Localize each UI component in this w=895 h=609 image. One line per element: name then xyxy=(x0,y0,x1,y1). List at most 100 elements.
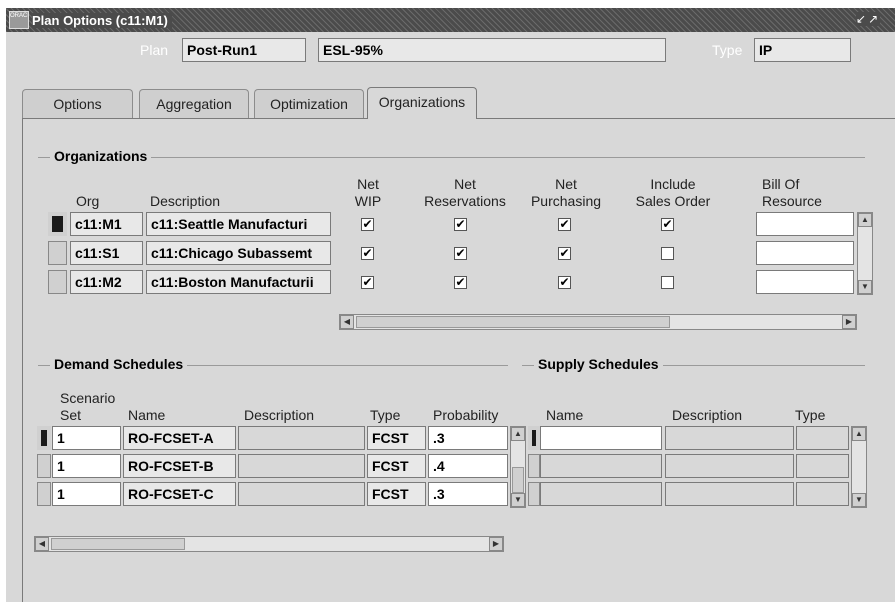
supply-description-field[interactable] xyxy=(665,454,794,478)
tab-aggregation[interactable]: Aggregation xyxy=(139,89,249,119)
row-selector[interactable] xyxy=(37,454,51,478)
demand-description-field[interactable] xyxy=(238,482,365,506)
col-supply-name: Name xyxy=(546,407,584,423)
row-selector[interactable] xyxy=(528,454,540,478)
scroll-right-icon[interactable]: ▶ xyxy=(842,315,856,329)
tab-options[interactable]: Options xyxy=(22,89,133,119)
tab-organizations[interactable]: Organizations xyxy=(367,87,477,119)
oracle-forms-icon: ORACLE xyxy=(9,11,29,29)
supply-type-field[interactable] xyxy=(796,454,849,478)
organizations-horizontal-scrollbar[interactable]: ◀ ▶ xyxy=(339,314,857,330)
scroll-up-icon[interactable]: ▲ xyxy=(511,427,525,441)
demand-description-field[interactable] xyxy=(238,454,365,478)
org-description-cell[interactable]: c11:Chicago Subassemt xyxy=(146,241,331,265)
demand-name-field[interactable]: RO-FCSET-B xyxy=(123,454,236,478)
demand-type-field[interactable]: FCST xyxy=(367,426,426,450)
probability-field[interactable]: .4 xyxy=(428,454,508,478)
org-description-cell[interactable]: c11:Boston Manufacturii xyxy=(146,270,331,294)
row-selector[interactable] xyxy=(48,241,67,265)
supply-type-field[interactable] xyxy=(796,426,849,450)
org-cell[interactable]: c11:S1 xyxy=(70,241,143,265)
supply-description-field[interactable] xyxy=(665,426,794,450)
window-title: Plan Options (c11:M1) xyxy=(32,13,172,28)
net-purchasing-checkbox[interactable]: ✔ xyxy=(558,276,571,289)
col-supply-description: Description xyxy=(672,407,743,423)
tab-optimization[interactable]: Optimization xyxy=(254,89,364,119)
row-selector[interactable] xyxy=(528,426,540,450)
demand-name-field[interactable]: RO-FCSET-C xyxy=(123,482,236,506)
row-selector[interactable] xyxy=(37,426,51,450)
scroll-down-icon[interactable]: ▼ xyxy=(852,493,866,507)
probability-field[interactable]: .3 xyxy=(428,426,508,450)
include-sales-order-checkbox[interactable] xyxy=(661,276,674,289)
col-org: Org xyxy=(76,193,100,209)
window-controls[interactable]: ↙↗ xyxy=(856,12,881,26)
supply-type-field[interactable] xyxy=(796,482,849,506)
row-selector[interactable] xyxy=(37,482,51,506)
scroll-up-icon[interactable]: ▲ xyxy=(858,213,872,227)
org-cell[interactable]: c11:M1 xyxy=(70,212,143,236)
net-reservations-checkbox[interactable]: ✔ xyxy=(454,276,467,289)
plan-field[interactable]: Post-Run1 xyxy=(182,38,306,62)
row-selector[interactable] xyxy=(48,270,67,294)
maximize-icon[interactable]: ↗ xyxy=(868,12,880,26)
col-scenario-set: Scenario Set xyxy=(60,390,116,423)
scroll-left-icon[interactable]: ◀ xyxy=(35,537,49,551)
net-wip-checkbox[interactable]: ✔ xyxy=(361,218,374,231)
row-selector[interactable] xyxy=(528,482,540,506)
supply-name-field[interactable] xyxy=(540,426,662,450)
row-selector[interactable] xyxy=(48,212,67,236)
net-reservations-checkbox[interactable]: ✔ xyxy=(454,218,467,231)
demand-vertical-scrollbar[interactable]: ▲ ▼ xyxy=(510,426,526,508)
col-include-sales-order: Include Sales Order xyxy=(635,176,711,209)
net-wip-checkbox[interactable]: ✔ xyxy=(361,247,374,260)
demand-horizontal-scrollbar[interactable]: ◀ ▶ xyxy=(34,536,504,552)
scroll-left-icon[interactable]: ◀ xyxy=(340,315,354,329)
scroll-thumb[interactable] xyxy=(512,467,524,493)
scroll-thumb[interactable] xyxy=(356,316,670,328)
col-description: Description xyxy=(150,193,221,209)
net-reservations-checkbox[interactable]: ✔ xyxy=(454,247,467,260)
bill-of-resource-field[interactable] xyxy=(756,241,854,265)
scroll-up-icon[interactable]: ▲ xyxy=(852,427,866,441)
probability-field[interactable]: .3 xyxy=(428,482,508,506)
plan-label: Plan xyxy=(140,42,169,58)
scroll-right-icon[interactable]: ▶ xyxy=(489,537,503,551)
type-field[interactable]: IP xyxy=(754,38,851,62)
bill-of-resource-field[interactable] xyxy=(756,212,854,236)
bill-of-resource-field[interactable] xyxy=(756,270,854,294)
scroll-down-icon[interactable]: ▼ xyxy=(511,493,525,507)
net-purchasing-checkbox[interactable]: ✔ xyxy=(558,247,571,260)
demand-type-field[interactable]: FCST xyxy=(367,454,426,478)
supply-schedules-section-title: Supply Schedules xyxy=(534,356,663,372)
plan-description-field[interactable]: ESL-95% xyxy=(318,38,666,62)
include-sales-order-checkbox[interactable]: ✔ xyxy=(661,218,674,231)
include-sales-order-checkbox[interactable] xyxy=(661,247,674,260)
net-wip-checkbox[interactable]: ✔ xyxy=(361,276,374,289)
organizations-vertical-scrollbar[interactable]: ▲ ▼ xyxy=(857,212,873,295)
col-demand-description: Description xyxy=(244,407,315,423)
scenario-set-field[interactable]: 1 xyxy=(52,454,121,478)
org-cell[interactable]: c11:M2 xyxy=(70,270,143,294)
col-net-wip: Net WIP xyxy=(354,176,382,209)
plan-options-window: ORACLE Plan Options (c11:M1) ↙↗ Plan Pos… xyxy=(0,0,895,609)
supply-name-field[interactable] xyxy=(540,454,662,478)
minimize-icon[interactable]: ↙ xyxy=(856,12,868,26)
scroll-down-icon[interactable]: ▼ xyxy=(858,280,872,294)
col-probability: Probability xyxy=(433,407,499,423)
type-label: Type xyxy=(712,42,743,58)
supply-description-field[interactable] xyxy=(665,482,794,506)
demand-name-field[interactable]: RO-FCSET-A xyxy=(123,426,236,450)
org-description-cell[interactable]: c11:Seattle Manufacturi xyxy=(146,212,331,236)
scenario-set-field[interactable]: 1 xyxy=(52,482,121,506)
demand-schedules-section-title: Demand Schedules xyxy=(50,356,188,372)
demand-type-field[interactable]: FCST xyxy=(367,482,426,506)
demand-description-field[interactable] xyxy=(238,426,365,450)
scenario-set-field[interactable]: 1 xyxy=(52,426,121,450)
col-demand-name: Name xyxy=(128,407,166,423)
col-bill-of-resource: Bill Of Resource xyxy=(762,176,822,209)
supply-vertical-scrollbar[interactable]: ▲ ▼ xyxy=(851,426,867,508)
supply-name-field[interactable] xyxy=(540,482,662,506)
net-purchasing-checkbox[interactable]: ✔ xyxy=(558,218,571,231)
scroll-thumb[interactable] xyxy=(51,538,185,550)
